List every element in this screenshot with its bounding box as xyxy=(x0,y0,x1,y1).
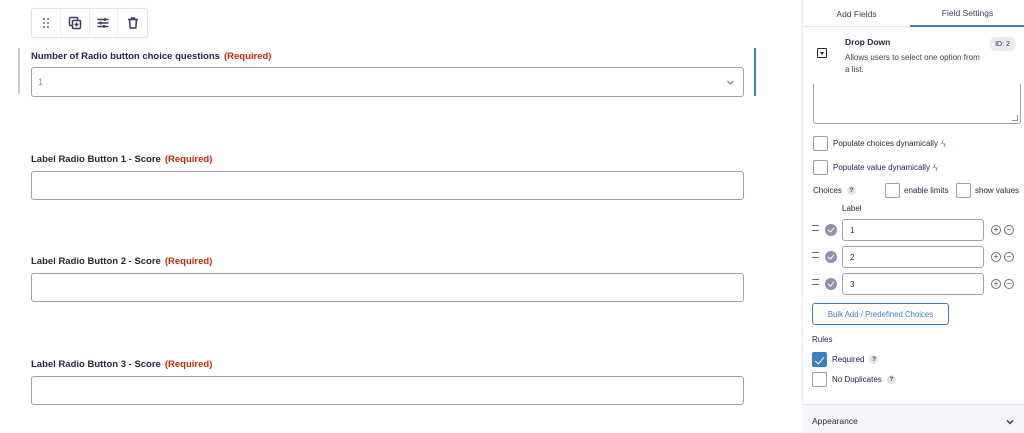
choices-label: Choices xyxy=(813,186,842,195)
tab-add-fields[interactable]: Add Fields xyxy=(803,0,910,27)
field-label-text: Label Radio Button 2 - Score xyxy=(31,256,161,267)
default-check-icon[interactable] xyxy=(825,278,837,290)
rules-title: Rules xyxy=(812,335,833,344)
show-values-option: show values xyxy=(956,183,1019,198)
field-id-badge: ID: 2 xyxy=(989,37,1016,51)
radio-2-score-input[interactable] xyxy=(31,273,744,302)
show-values-label: show values xyxy=(975,186,1020,195)
field-label-radio-1-score: Label Radio Button 1 - Score (Required) xyxy=(31,154,212,165)
choices-header: Choices ? enable limits show values xyxy=(813,183,1023,199)
select-value: 1 xyxy=(38,77,44,87)
appearance-section-toggle[interactable]: Appearance xyxy=(802,404,1024,433)
drag-handle-icon[interactable] xyxy=(812,279,819,285)
trash-icon[interactable] xyxy=(118,9,147,37)
required-indicator: (Required) xyxy=(223,51,272,62)
bolt-icon: ϟ xyxy=(940,138,946,149)
settings-sliders-icon[interactable] xyxy=(90,9,119,37)
selected-field-marker xyxy=(18,48,20,94)
help-icon[interactable]: ? xyxy=(869,355,879,364)
field-type-description: Allows users to select one option from a… xyxy=(845,53,980,74)
help-icon[interactable]: ? xyxy=(886,375,896,384)
required-checkbox[interactable] xyxy=(812,352,827,367)
remove-choice-icon[interactable]: − xyxy=(1004,279,1014,289)
help-icon[interactable]: ? xyxy=(846,186,856,195)
radio-count-select[interactable]: 1 xyxy=(31,67,744,97)
tab-field-settings[interactable]: Field Settings xyxy=(910,0,1024,27)
field-type-title: Drop Down xyxy=(845,37,891,47)
drag-handle-icon[interactable] xyxy=(32,9,61,37)
choice-row: 3 + − xyxy=(812,273,1022,295)
drag-handle-icon[interactable] xyxy=(812,252,819,258)
default-check-icon[interactable] xyxy=(825,251,837,263)
drag-handle-icon[interactable] xyxy=(812,225,819,231)
choices-column-label: Label xyxy=(842,204,862,213)
populate-choices-label: Populate choices dynamically xyxy=(833,139,938,148)
remove-choice-icon[interactable]: − xyxy=(1004,252,1014,262)
form-canvas: Number of Radio button choice questions(… xyxy=(0,0,802,433)
required-indicator: (Required) xyxy=(164,154,213,165)
field-info-card: Drop Down Allows users to select one opt… xyxy=(811,36,1019,78)
bulk-add-button[interactable]: Bulk Add / Predefined Choices xyxy=(812,303,949,325)
choice-row: 2 + − xyxy=(812,246,1022,268)
populate-value-label: Populate value dynamically xyxy=(833,163,930,172)
show-values-checkbox[interactable] xyxy=(956,183,971,198)
choice-row: 1 + − xyxy=(812,219,1022,241)
enable-limits-checkbox[interactable] xyxy=(885,183,900,198)
no-duplicates-label: No Duplicates xyxy=(832,375,882,384)
field-toolbar xyxy=(31,8,148,38)
description-textarea[interactable] xyxy=(813,84,1021,124)
remove-choice-icon[interactable]: − xyxy=(1004,225,1014,235)
field-label-radio-count: Number of Radio button choice questions(… xyxy=(31,51,271,62)
field-label-text: Label Radio Button 1 - Score xyxy=(31,154,161,165)
selected-field-highlight xyxy=(754,48,756,96)
enable-limits-option: enable limits xyxy=(885,183,948,198)
field-label-text: Number of Radio button choice questions xyxy=(31,51,220,62)
populate-choices-checkbox[interactable] xyxy=(813,136,828,151)
panel-tabs: Add Fields Field Settings xyxy=(803,0,1024,27)
field-label-radio-2-score: Label Radio Button 2 - Score (Required) xyxy=(31,256,212,267)
required-rule-row: Required ? xyxy=(812,352,879,367)
field-label-text: Label Radio Button 3 - Score xyxy=(31,359,161,370)
populate-value-row: Populate value dynamically ϟ xyxy=(813,160,938,175)
enable-limits-label: enable limits xyxy=(904,186,949,195)
default-check-icon[interactable] xyxy=(825,224,837,236)
add-choice-icon[interactable]: + xyxy=(991,252,1001,262)
populate-value-checkbox[interactable] xyxy=(813,160,828,175)
required-rule-label: Required xyxy=(832,355,865,364)
chevron-down-icon xyxy=(1005,414,1015,425)
required-indicator: (Required) xyxy=(164,256,213,267)
no-duplicates-checkbox[interactable] xyxy=(812,372,827,387)
duplicate-icon[interactable] xyxy=(61,9,90,37)
radio-1-score-input[interactable] xyxy=(31,171,744,200)
field-label-radio-3-score: Label Radio Button 3 - Score (Required) xyxy=(31,359,212,370)
no-duplicates-rule-row: No Duplicates ? xyxy=(812,372,896,387)
choice-label-input[interactable]: 1 xyxy=(842,219,984,241)
bolt-icon: ϟ xyxy=(932,162,938,173)
choices-title: Choices ? xyxy=(813,186,856,195)
choice-label-input[interactable]: 2 xyxy=(842,246,984,268)
appearance-label: Appearance xyxy=(812,416,858,426)
chevron-down-icon xyxy=(726,78,735,87)
populate-choices-row: Populate choices dynamically ϟ xyxy=(813,136,946,151)
dropdown-field-icon xyxy=(817,48,827,58)
radio-3-score-input[interactable] xyxy=(31,376,744,405)
required-indicator: (Required) xyxy=(164,359,213,370)
add-choice-icon[interactable]: + xyxy=(991,279,1001,289)
resize-handle-icon[interactable] xyxy=(1012,115,1018,121)
choice-label-input[interactable]: 3 xyxy=(842,273,984,295)
field-settings-panel: Add Fields Field Settings Drop Down Allo… xyxy=(802,0,1024,433)
add-choice-icon[interactable]: + xyxy=(991,225,1001,235)
